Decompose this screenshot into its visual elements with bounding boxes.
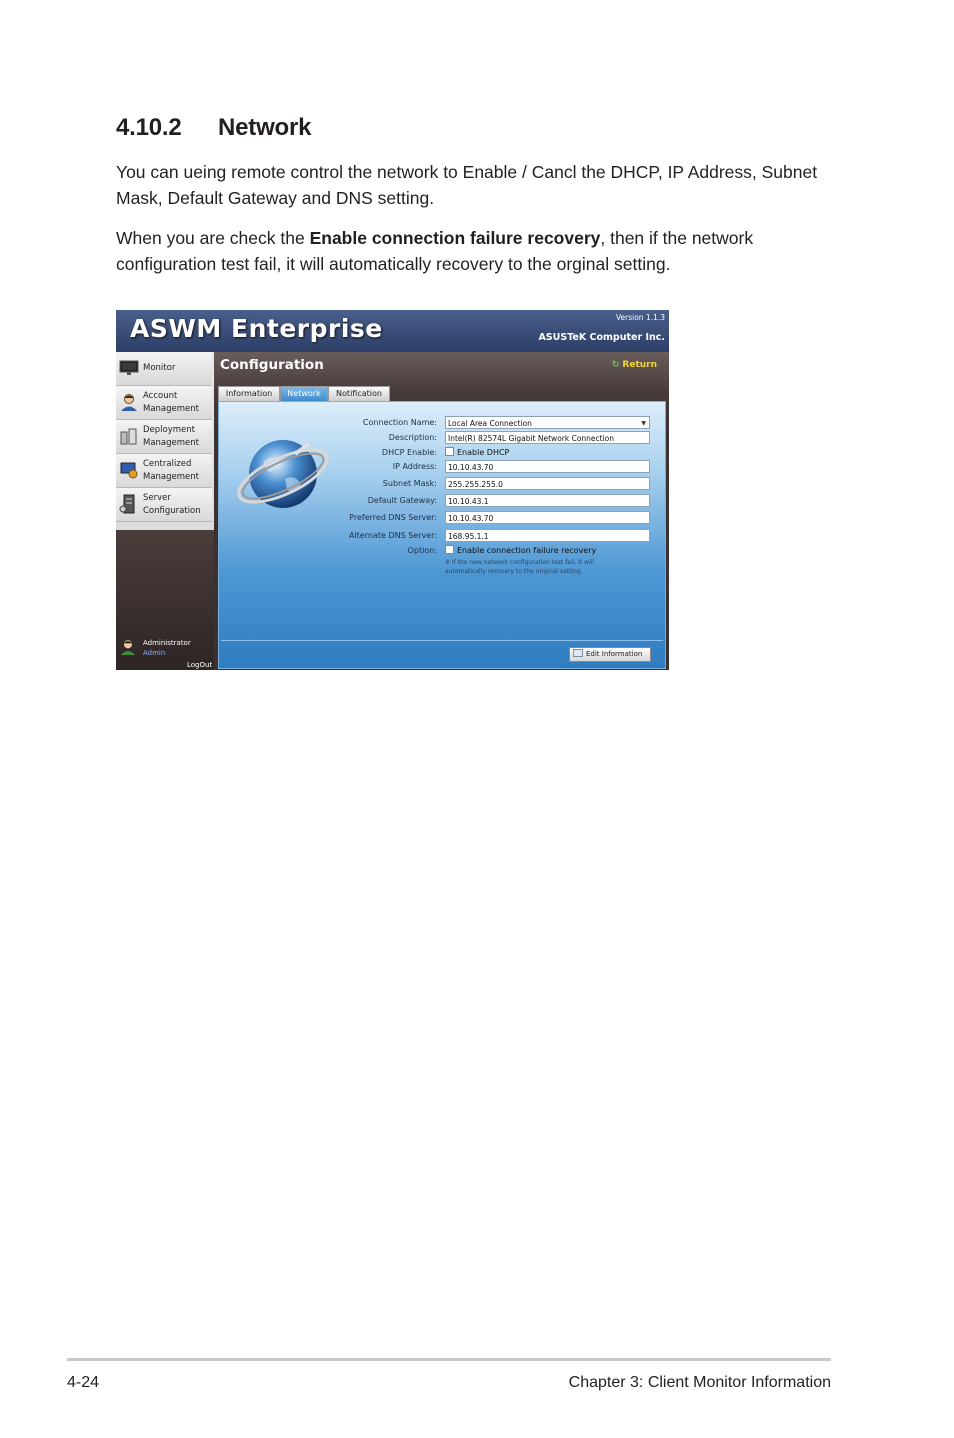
company-label: ASUSTeK Computer Inc. <box>538 332 665 343</box>
sidebar-item-label: Centralized Management <box>143 459 199 482</box>
section-title: Network <box>218 114 312 141</box>
dhcp-option: Enable DHCP <box>445 447 509 457</box>
admin-role: Administrator <box>143 639 191 647</box>
recovery-option: Enable connection failure recovery <box>445 545 596 555</box>
sidebar-item-label: Server Configuration <box>143 493 201 516</box>
sidebar-item-label: Monitor <box>143 363 176 373</box>
server-icon <box>119 494 135 514</box>
edit-information-label: Edit Information <box>586 650 643 658</box>
recovery-checkbox[interactable] <box>445 545 454 554</box>
user-icon <box>121 394 137 411</box>
subnet-mask-field[interactable]: 255.255.255.0 <box>445 477 650 490</box>
sidebar-item-label: Account Management <box>143 391 199 414</box>
tab-information[interactable]: Information <box>218 386 280 402</box>
chapter-title: Chapter 3: Client Monitor Information <box>568 1374 831 1391</box>
network-panel: Connection Name: Local Area Connection ▼… <box>218 401 666 669</box>
recovery-text-before: When you are check the <box>116 228 310 248</box>
logout-link[interactable]: LogOut <box>187 661 212 669</box>
sidebar-item-account[interactable]: Account Management <box>116 386 212 420</box>
admin-name[interactable]: Admin <box>143 649 165 657</box>
sidebar-item-monitor[interactable]: Monitor <box>116 352 212 386</box>
app-header: ASWM Enterprise Version 1.1.3 ASUSTeK Co… <box>116 310 669 352</box>
preferred-dns-label: Preferred DNS Server: <box>349 513 437 522</box>
sidebar-item-deployment[interactable]: Deployment Management <box>116 420 212 454</box>
connection-name-select[interactable]: Local Area Connection ▼ <box>445 416 650 429</box>
edit-icon <box>573 649 583 657</box>
sidebar-item-centralized[interactable]: Centralized Management <box>116 454 212 488</box>
footer-rule <box>67 1358 831 1361</box>
ip-address-label: IP Address: <box>392 462 437 471</box>
edit-information-button[interactable]: Edit Information <box>569 647 651 662</box>
page-number: 4-24 <box>67 1374 100 1391</box>
connection-name-value: Local Area Connection <box>448 419 532 428</box>
option-label: Option: <box>407 546 437 555</box>
preferred-dns-field[interactable]: 10.10.43.70 <box>445 511 650 524</box>
return-label: Return <box>622 360 657 370</box>
description-field: Intel(R) 82574L Gigabit Network Connecti… <box>445 431 650 444</box>
chevron-down-icon: ▼ <box>641 420 646 427</box>
description-label: Description: <box>388 433 437 442</box>
default-gateway-label: Default Gateway: <box>367 496 437 505</box>
aswm-screenshot: ASWM Enterprise Version 1.1.3 ASUSTeK Co… <box>116 310 669 670</box>
sidebar: Monitor Account Management Deployment Ma… <box>116 352 214 670</box>
deploy-icon <box>120 428 137 445</box>
alternate-dns-field[interactable]: 168.95.1.1 <box>445 529 650 542</box>
divider <box>221 640 663 641</box>
intro-paragraph: You can ueing remote control the network… <box>116 162 818 208</box>
dhcp-label: DHCP Enable: <box>381 448 437 457</box>
dhcp-checkbox-label: Enable DHCP <box>457 448 510 457</box>
dhcp-checkbox[interactable] <box>445 447 454 456</box>
default-gateway-field[interactable]: 10.10.43.1 <box>445 494 650 507</box>
refresh-icon: ↻ <box>611 360 620 370</box>
recovery-hint: ※ If the new network configuration test … <box>445 559 594 575</box>
app-title: ASWM Enterprise <box>130 314 383 343</box>
sidebar-item-label: Deployment Management <box>143 425 199 448</box>
version-label: Version 1.1.3 <box>615 313 665 322</box>
globe-network-icon <box>237 440 329 508</box>
admin-avatar-icon <box>120 640 136 656</box>
recovery-paragraph: When you are check the Enable connection… <box>116 225 846 277</box>
return-button[interactable]: ↻ Return <box>612 360 657 370</box>
page-title: Configuration <box>220 357 324 373</box>
alternate-dns-label: Alternate DNS Server: <box>348 531 437 540</box>
monitor-icon <box>119 360 139 375</box>
recovery-bold-term: Enable connection failure recovery <box>309 228 601 248</box>
ip-address-field[interactable]: 10.10.43.70 <box>445 460 650 473</box>
connection-name-label: Connection Name: <box>362 418 437 427</box>
section-heading: 4.10.2 Network <box>116 114 311 142</box>
subnet-mask-label: Subnet Mask: <box>382 479 437 488</box>
section-number: 4.10.2 <box>116 114 182 141</box>
sidebar-item-server[interactable]: Server Configuration <box>116 488 212 522</box>
tab-notification[interactable]: Notification <box>328 386 390 402</box>
main-content: Configuration ↻ Return Information Networ… <box>214 352 669 670</box>
recovery-checkbox-label: Enable connection failure recovery <box>457 546 597 555</box>
central-icon <box>120 462 138 479</box>
